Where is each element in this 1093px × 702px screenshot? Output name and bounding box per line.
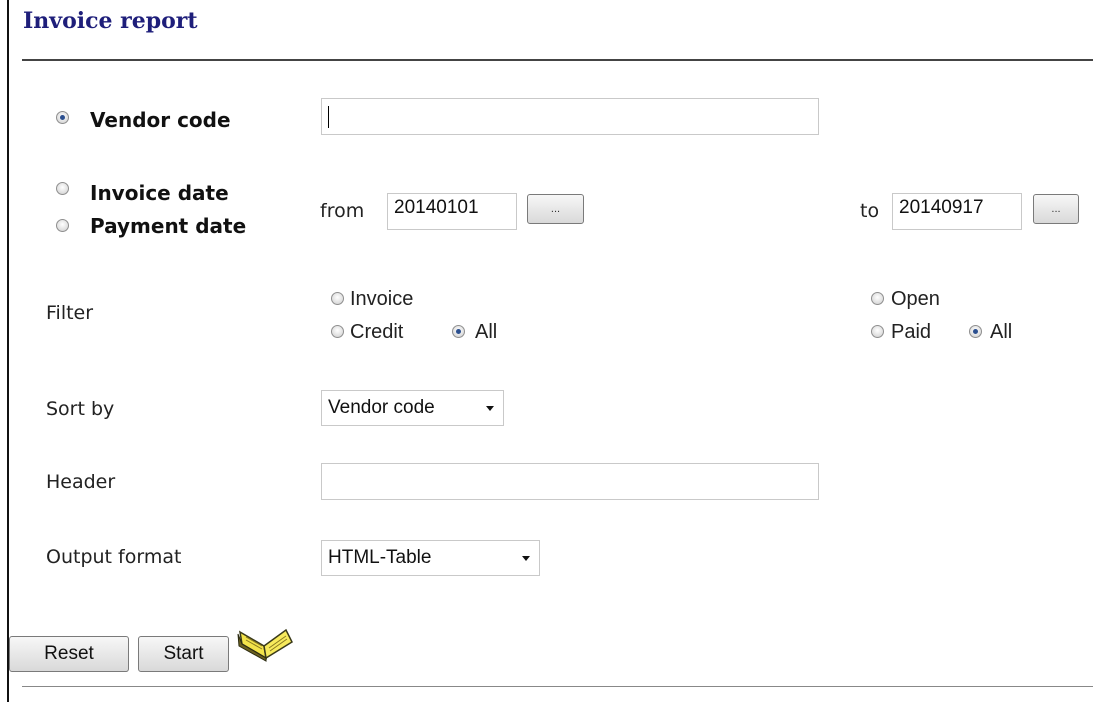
- text-caret: [328, 106, 329, 128]
- sort-by-value: Vendor code: [328, 397, 435, 418]
- filter-type-all-radio[interactable]: [452, 325, 465, 338]
- to-date-input[interactable]: 20140917: [892, 193, 1022, 230]
- page-title: Invoice report: [23, 8, 198, 34]
- filter-credit-radio[interactable]: [331, 325, 344, 338]
- output-format-select[interactable]: HTML-Table: [321, 540, 540, 576]
- filter-credit-label: Credit: [350, 321, 404, 343]
- header-label: Header: [46, 471, 116, 493]
- chevron-down-icon: [522, 556, 530, 561]
- vendor-code-label: Vendor code: [90, 108, 231, 132]
- sort-by-select[interactable]: Vendor code: [321, 390, 504, 426]
- header-input[interactable]: [321, 463, 819, 500]
- filter-open-label: Open: [891, 288, 940, 310]
- to-label: to: [860, 200, 880, 222]
- filter-paid-label: Paid: [891, 321, 932, 343]
- from-label: from: [320, 200, 365, 222]
- filter-type-all-label: All: [475, 321, 498, 343]
- filter-status-all-radio[interactable]: [969, 325, 982, 338]
- bottom-divider: [22, 686, 1093, 687]
- payment-date-label: Payment date: [90, 214, 247, 238]
- filter-status-all-label: All: [990, 321, 1013, 343]
- invoice-date-radio[interactable]: [56, 182, 69, 195]
- to-date-picker-button[interactable]: ...: [1033, 194, 1079, 224]
- filter-label: Filter: [46, 302, 94, 324]
- vendor-code-radio[interactable]: [56, 111, 69, 124]
- open-book-icon[interactable]: [236, 624, 296, 664]
- from-date-picker-button[interactable]: ...: [527, 194, 584, 224]
- payment-date-radio[interactable]: [56, 219, 69, 232]
- reset-button[interactable]: Reset: [9, 636, 129, 672]
- filter-invoice-radio[interactable]: [331, 292, 344, 305]
- left-border: [7, 0, 9, 702]
- output-format-value: HTML-Table: [328, 547, 432, 568]
- chevron-down-icon: [486, 406, 494, 411]
- start-button[interactable]: Start: [138, 636, 229, 672]
- title-divider: [22, 59, 1093, 61]
- filter-invoice-label: Invoice: [350, 288, 414, 310]
- filter-open-radio[interactable]: [871, 292, 884, 305]
- filter-paid-radio[interactable]: [871, 325, 884, 338]
- sort-by-label: Sort by: [46, 398, 115, 420]
- from-date-input[interactable]: 20140101: [387, 193, 517, 230]
- output-format-label: Output format: [46, 546, 182, 568]
- invoice-date-label: Invoice date: [90, 181, 229, 205]
- vendor-code-input[interactable]: [321, 98, 819, 135]
